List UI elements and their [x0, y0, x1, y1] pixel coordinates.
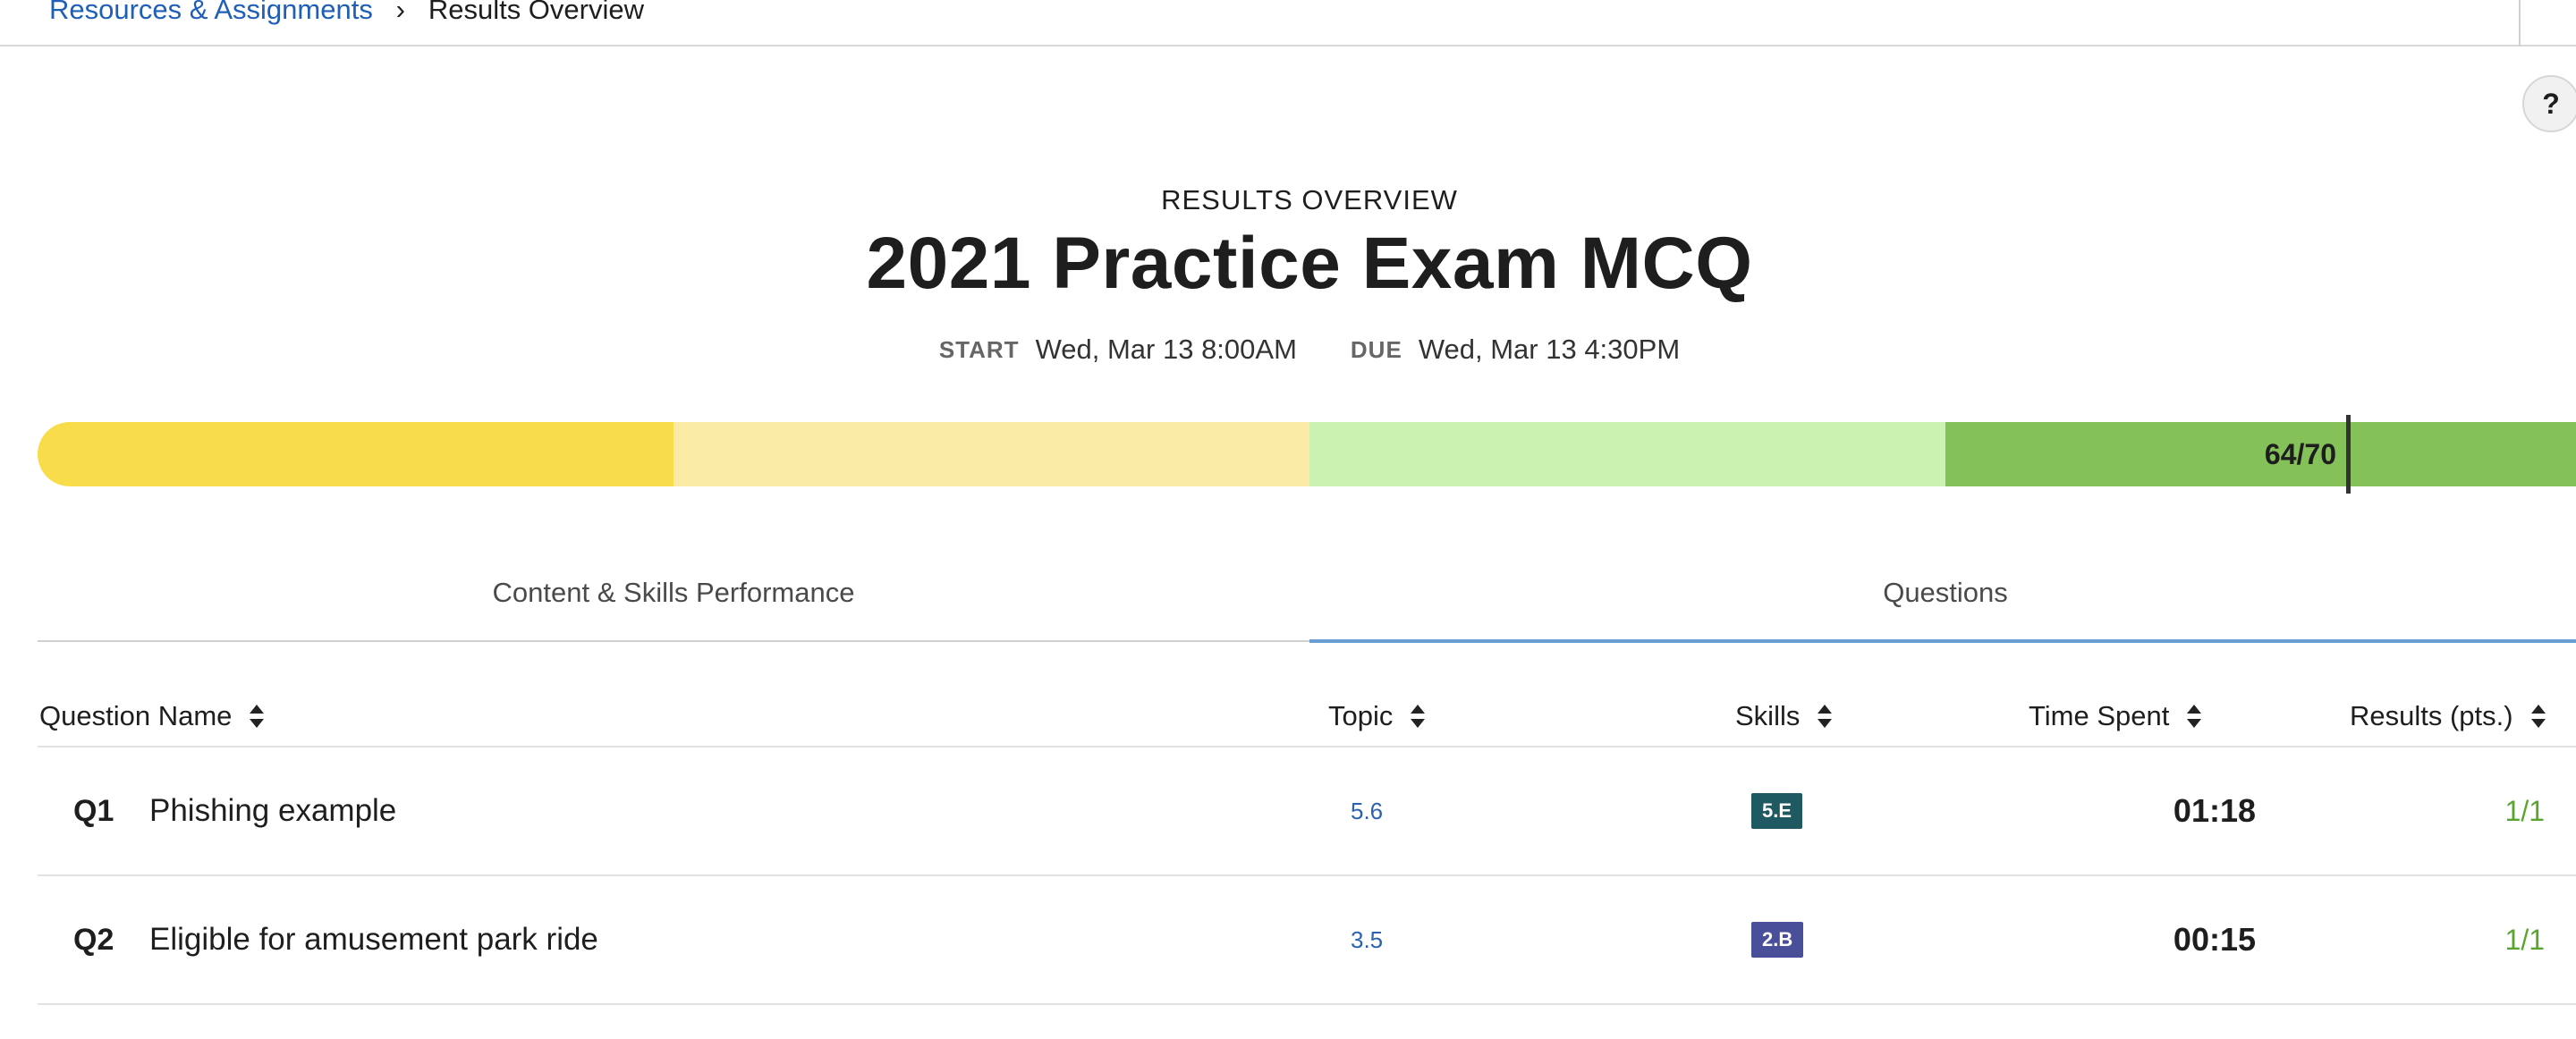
question-name[interactable]: Eligible for amusement park ride	[149, 876, 598, 1003]
help-button[interactable]: ?	[2522, 75, 2576, 132]
column-label: Question Name	[39, 700, 233, 731]
column-header-skills[interactable]: Skills	[1735, 688, 1833, 744]
sort-icon[interactable]	[250, 703, 265, 730]
column-label: Time Spent	[2029, 700, 2170, 731]
chevron-right-icon: ›	[395, 0, 405, 25]
table-header: Question Name Topic Skills Time Spent Re…	[38, 688, 2576, 748]
column-label: Topic	[1328, 700, 1394, 731]
page-eyebrow: RESULTS OVERVIEW	[1161, 184, 1458, 215]
score-label: 64/70	[2264, 437, 2336, 470]
assignment-dates: START Wed, Mar 13 8:00AM DUE Wed, Mar 13…	[0, 334, 2576, 366]
column-header-results[interactable]: Results (pts.)	[2350, 688, 2546, 744]
sort-icon[interactable]	[2187, 703, 2202, 730]
due-label: DUE	[1350, 335, 1402, 363]
question-result: 1/1	[2504, 923, 2545, 956]
breadcrumb: Resources & Assignments › Results Overvi…	[49, 0, 644, 25]
tab-content-skills[interactable]: Content & Skills Performance	[38, 545, 1309, 640]
table-row[interactable]: Q1 Phishing example 5.6 5.E 01:18 1/1	[38, 748, 2576, 876]
breadcrumb-current: Results Overview	[428, 0, 645, 25]
score-band-2	[674, 422, 1309, 486]
question-number: Q1	[73, 793, 114, 828]
column-header-question-name[interactable]: Question Name	[39, 688, 265, 744]
table-row[interactable]: Q2 Eligible for amusement park ride 3.5 …	[38, 876, 2576, 1005]
page-title: 2021 Practice Exam MCQ	[866, 223, 1753, 304]
breadcrumb-link-resources[interactable]: Resources & Assignments	[49, 0, 373, 26]
question-number: Q2	[73, 922, 114, 957]
divider	[2519, 0, 2521, 46]
column-header-topic[interactable]: Topic	[1328, 688, 1426, 744]
sort-icon[interactable]	[2530, 703, 2546, 730]
question-topic[interactable]: 5.6	[1351, 748, 1383, 874]
skill-badge: 2.B	[1751, 922, 1804, 958]
question-result: 1/1	[2504, 794, 2545, 827]
skill-badge: 5.E	[1751, 793, 1803, 829]
column-header-time-spent[interactable]: Time Spent	[2029, 688, 2202, 744]
score-bar	[38, 422, 2576, 486]
score-band-1	[38, 422, 674, 486]
due-value: Wed, Mar 13 4:30PM	[1418, 334, 1681, 365]
sort-icon[interactable]	[1411, 703, 1426, 730]
tab-bar: Content & Skills Performance Questions	[38, 545, 2576, 643]
column-label: Skills	[1735, 700, 1801, 731]
top-bar: Resources & Assignments › Results Overvi…	[0, 0, 2576, 46]
time-spent: 00:15	[2173, 921, 2256, 958]
question-name[interactable]: Phishing example	[149, 748, 396, 874]
score-marker	[2346, 415, 2351, 494]
tab-questions[interactable]: Questions	[1309, 545, 2576, 643]
score-band-3	[1309, 422, 1945, 486]
start-value: Wed, Mar 13 8:00AM	[1035, 334, 1297, 365]
column-label: Results (pts.)	[2350, 700, 2513, 731]
question-topic[interactable]: 3.5	[1351, 876, 1383, 1003]
sort-icon[interactable]	[1818, 703, 1833, 730]
time-spent: 01:18	[2173, 792, 2256, 829]
start-label: START	[938, 335, 1020, 363]
